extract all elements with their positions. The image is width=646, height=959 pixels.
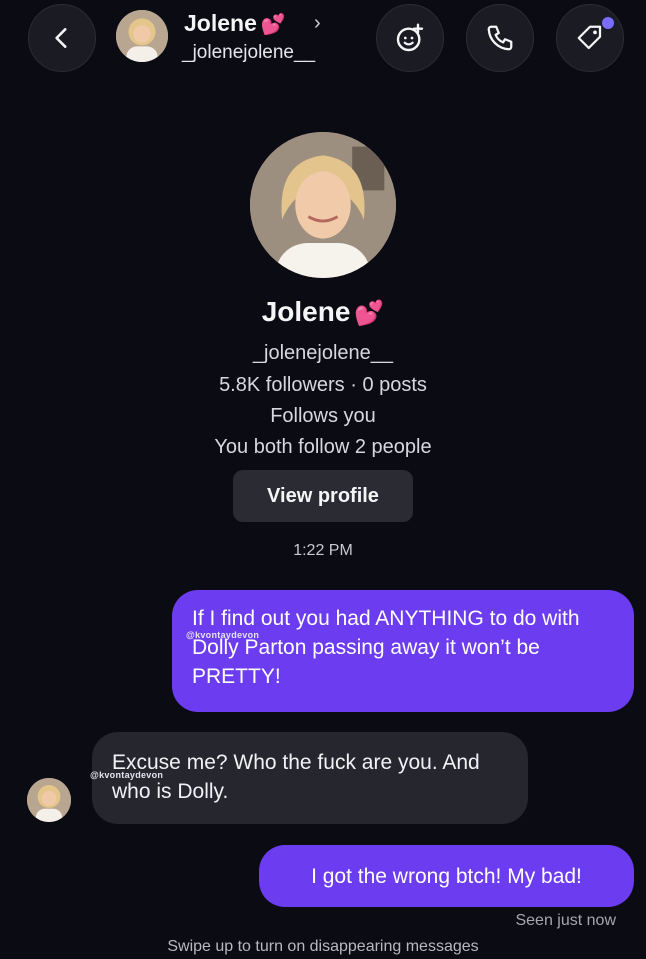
profile-stats: 5.8K followers · 0 posts: [219, 374, 427, 396]
disappearing-messages-hint[interactable]: Swipe up to turn on disappearing message…: [0, 938, 646, 956]
follows-you-label: Follows you: [270, 405, 376, 427]
seen-status: Seen just now: [515, 912, 616, 929]
message-bubble-outgoing[interactable]: I got the wrong btch! My bad!: [259, 845, 634, 907]
effects-icon: [396, 23, 424, 52]
profile-photo: [116, 10, 168, 62]
message-bubble-outgoing[interactable]: If I find out you had ANYTHING to do wit…: [172, 590, 634, 712]
header-avatar[interactable]: [116, 10, 168, 62]
watermark: @kvontaydevon: [186, 630, 260, 640]
notification-dot: [602, 17, 614, 29]
call-button[interactable]: [466, 4, 534, 72]
back-icon: [55, 28, 67, 48]
effects-button[interactable]: [376, 4, 444, 72]
mutual-follows-label: You both follow 2 people: [214, 436, 432, 458]
tag-icon: [577, 25, 602, 50]
back-button[interactable]: [28, 4, 96, 72]
two-hearts-icon: 💕: [354, 300, 385, 327]
profile-photo-large: [250, 132, 396, 278]
header-username[interactable]: _jolenejolene__: [182, 42, 315, 64]
tag-button[interactable]: [556, 4, 624, 72]
profile-photo-small: [27, 778, 71, 822]
profile-username: _jolenejolene__: [252, 342, 394, 364]
watermark: @kvontaydevon: [90, 770, 164, 780]
message-timestamp: 1:22 PM: [293, 542, 353, 559]
message-avatar[interactable]: [27, 778, 71, 822]
header-name[interactable]: Jolene 💕: [184, 10, 286, 37]
chevron-right-icon[interactable]: ›: [314, 12, 321, 35]
phone-icon: [487, 25, 513, 51]
profile-name: Jolene 💕: [261, 296, 385, 327]
profile-avatar[interactable]: [250, 132, 396, 278]
chat-header: Jolene 💕 › _jolenejolene__: [0, 0, 646, 84]
two-hearts-icon: 💕: [260, 14, 286, 36]
view-profile-button[interactable]: View profile: [233, 470, 413, 522]
